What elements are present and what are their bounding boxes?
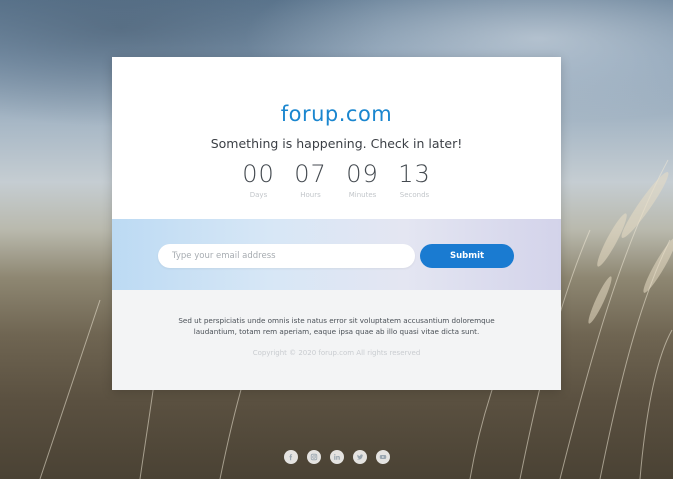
email-field[interactable] (158, 244, 415, 268)
social-links (0, 450, 673, 464)
countdown-label: Days (249, 191, 268, 199)
linkedin-icon[interactable] (329, 450, 344, 464)
footer-description: Sed ut perspiciatis unde omnis iste natu… (178, 316, 495, 336)
countdown-label: Hours (300, 191, 321, 199)
countdown-value: 00 (242, 160, 275, 188)
countdown-value: 13 (398, 160, 431, 188)
countdown-days: 00 Days (233, 160, 285, 199)
youtube-icon[interactable] (375, 450, 390, 464)
countdown-minutes: 09 Minutes (337, 160, 389, 199)
card-header: forup.com Something is happening. Check … (112, 57, 561, 219)
countdown-card: forup.com Something is happening. Check … (112, 57, 561, 390)
countdown-seconds: 13 Seconds (389, 160, 441, 199)
copyright-text: Copyright © 2020 forup.com All rights re… (252, 349, 421, 357)
countdown-value: 07 (294, 160, 327, 188)
facebook-icon[interactable] (283, 450, 298, 464)
card-footer: Sed ut perspiciatis unde omnis iste natu… (112, 290, 561, 390)
countdown-hours: 07 Hours (285, 160, 337, 199)
tagline: Something is happening. Check in later! (210, 136, 463, 151)
brand-title: forup.com (280, 102, 393, 126)
countdown-timer: 00 Days 07 Hours 09 Minutes 13 Seconds (112, 160, 561, 199)
countdown-label: Minutes (348, 191, 377, 199)
submit-button[interactable]: Submit (420, 244, 514, 268)
countdown-label: Seconds (399, 191, 430, 199)
instagram-icon[interactable] (306, 450, 321, 464)
countdown-value: 09 (346, 160, 379, 188)
subscribe-band: Submit (112, 219, 561, 290)
twitter-icon[interactable] (352, 450, 367, 464)
